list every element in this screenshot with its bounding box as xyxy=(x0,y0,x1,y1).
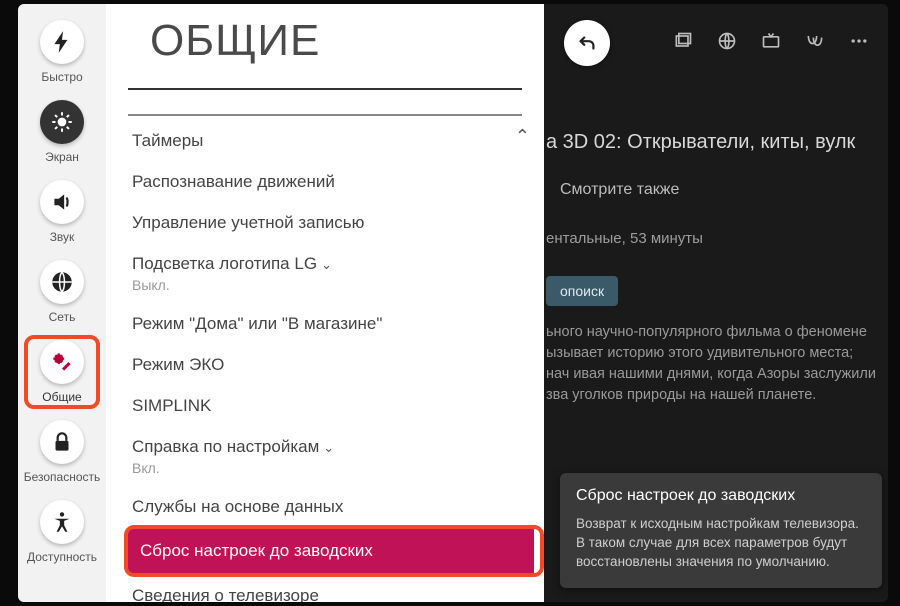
globe-icon[interactable] xyxy=(716,30,738,52)
row-label: Распознавание движений xyxy=(132,172,335,191)
row-label: Сведения о телевизоре xyxy=(132,586,319,602)
sidebar-item-quick[interactable]: Быстро xyxy=(18,12,106,92)
sidebar-item-accessibility[interactable]: Доступность xyxy=(18,492,106,572)
sidebar-item-label: Экран xyxy=(45,150,79,164)
divider xyxy=(128,114,522,116)
search-chip[interactable]: опоиск xyxy=(546,276,618,306)
settings-list: Таймеры ⌃ Распознавание движений Управле… xyxy=(106,120,544,602)
tv-screen: а 3D 02: Открыватели, киты, вулк Смотрит… xyxy=(18,4,888,602)
row-label: SIMPLINK xyxy=(132,396,211,415)
row-account[interactable]: Управление учетной записью xyxy=(128,202,534,243)
tv-icon[interactable] xyxy=(760,30,782,52)
row-about-tv[interactable]: Сведения о телевизоре xyxy=(128,575,534,602)
sidebar-item-screen[interactable]: Экран xyxy=(18,92,106,172)
sidebar-item-label: Звук xyxy=(50,230,75,244)
tooltip-text: Возврат к исходным настройкам телевизора… xyxy=(576,515,866,572)
row-settings-help[interactable]: Справка по настройкам ⌄ Вкл. xyxy=(128,426,534,486)
row-home-store-mode[interactable]: Режим "Дома" или "В магазине" xyxy=(128,303,534,344)
screen-icon xyxy=(40,100,84,144)
chevron-down-icon: ⌄ xyxy=(321,257,332,272)
sidebar-item-network[interactable]: Сеть xyxy=(18,252,106,332)
settings-sidebar: Быстро Экран Звук Сеть xyxy=(18,4,106,602)
masks-icon[interactable] xyxy=(804,30,826,52)
row-motion[interactable]: Распознавание движений xyxy=(128,161,534,202)
lock-icon xyxy=(40,420,84,464)
bolt-icon xyxy=(40,20,84,64)
sidebar-item-label: Доступность xyxy=(27,550,97,564)
row-label: Таймеры xyxy=(132,131,203,150)
row-sublabel: Выкл. xyxy=(132,277,526,293)
top-icon-bar xyxy=(672,30,870,52)
back-button[interactable] xyxy=(564,20,610,66)
content-title: а 3D 02: Открыватели, киты, вулк xyxy=(546,128,855,157)
sidebar-item-label: Сеть xyxy=(49,310,76,324)
row-label: Управление учетной записью xyxy=(132,213,364,232)
content-meta: ентальные, 53 минуты xyxy=(546,228,703,250)
photos-icon[interactable] xyxy=(672,30,694,52)
row-simplink[interactable]: SIMPLINK xyxy=(128,385,534,426)
content-description: ьного научно-популярного фильма о феноме… xyxy=(546,322,880,406)
sound-icon xyxy=(40,180,84,224)
sidebar-item-general[interactable]: Общие xyxy=(18,332,106,412)
row-factory-reset[interactable]: Сброс настроек до заводских xyxy=(128,527,534,575)
hint-tooltip: Сброс настроек до заводских Возврат к ис… xyxy=(560,473,882,588)
row-timers[interactable]: Таймеры ⌃ xyxy=(128,120,534,161)
row-label: Режим "Дома" или "В магазине" xyxy=(132,314,382,333)
row-label: Службы на основе данных xyxy=(132,497,343,516)
chevron-down-icon: ⌄ xyxy=(323,440,334,455)
row-sublabel: Вкл. xyxy=(132,460,526,476)
row-label: Справка по настройкам xyxy=(132,437,319,456)
gear-wrench-icon xyxy=(40,340,84,384)
settings-panel: ОБЩИЕ Таймеры ⌃ Распознавание движений У… xyxy=(106,4,544,602)
chevron-up-icon: ⌃ xyxy=(515,126,530,147)
accessibility-icon xyxy=(40,500,84,544)
sidebar-item-security[interactable]: Безопасность xyxy=(18,412,106,492)
row-label: Сброс настроек до заводских xyxy=(140,541,373,560)
sidebar-item-label: Безопасность xyxy=(24,470,101,484)
row-data-services[interactable]: Службы на основе данных xyxy=(128,486,534,527)
more-icon[interactable] xyxy=(848,30,870,52)
panel-title: ОБЩИЕ xyxy=(128,14,522,90)
row-label: Подсветка логотипа LG xyxy=(132,254,317,273)
back-icon xyxy=(576,32,598,54)
row-logo-backlight[interactable]: Подсветка логотипа LG ⌄ Выкл. xyxy=(128,243,534,303)
network-icon xyxy=(40,260,84,304)
sidebar-item-label: Быстро xyxy=(41,70,82,84)
row-label: Режим ЭКО xyxy=(132,355,224,374)
tooltip-title: Сброс настроек до заводских xyxy=(576,487,866,505)
sidebar-item-label: Общие xyxy=(42,390,81,404)
sidebar-item-sound[interactable]: Звук xyxy=(18,172,106,252)
see-also-label: Смотрите также xyxy=(560,178,679,201)
row-eco-mode[interactable]: Режим ЭКО xyxy=(128,344,534,385)
